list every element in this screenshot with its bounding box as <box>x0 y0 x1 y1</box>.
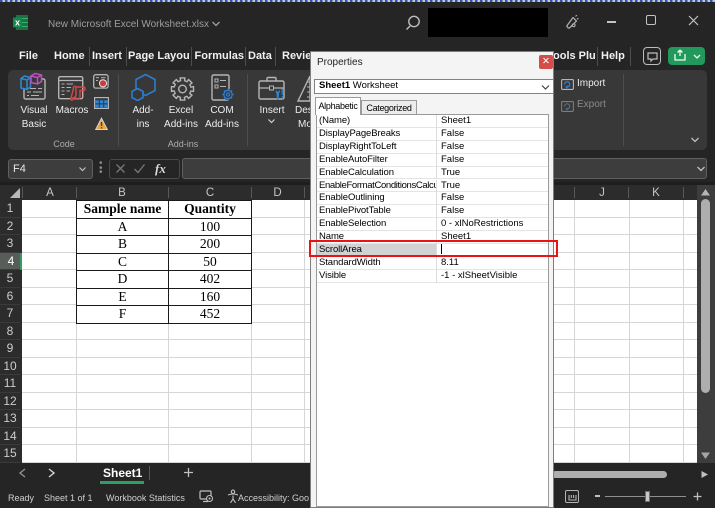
svg-text:x: x <box>15 18 20 28</box>
